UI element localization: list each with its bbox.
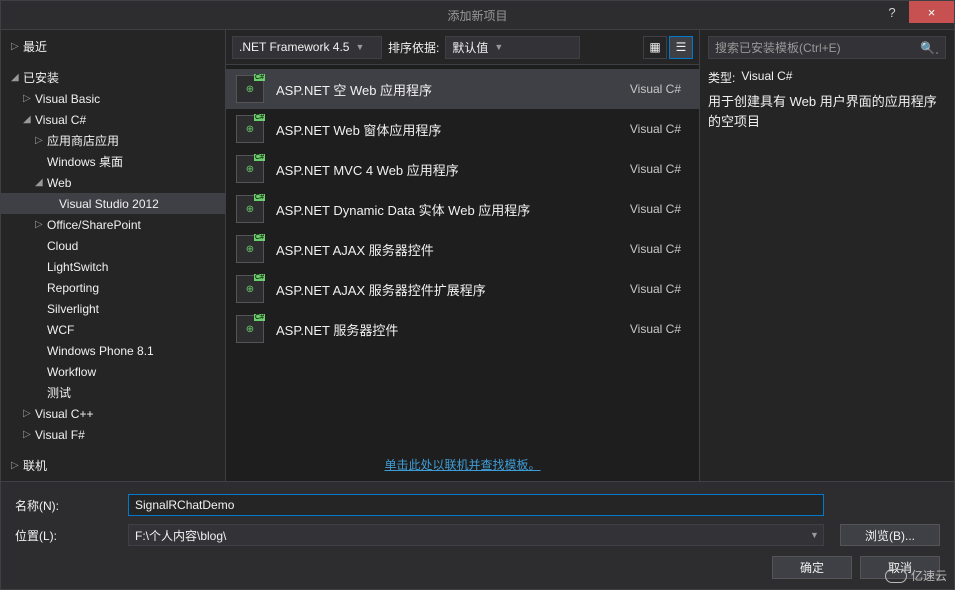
template-row[interactable]: C#⊕ ASP.NET MVC 4 Web 应用程序 Visual C# bbox=[226, 149, 699, 189]
csharp-project-icon: C#⊕ bbox=[236, 75, 264, 103]
description-panel: 搜索已安装模板(Ctrl+E) 🔍˯ 类型: Visual C# 用于创建具有 … bbox=[699, 30, 954, 481]
sidebar-item-label: Visual C# bbox=[35, 113, 86, 127]
template-name: ASP.NET MVC 4 Web 应用程序 bbox=[276, 160, 618, 179]
sidebar-item-label: Office/SharePoint bbox=[47, 218, 141, 232]
type-value: Visual C# bbox=[741, 69, 792, 86]
template-language: Visual C# bbox=[630, 82, 689, 96]
csharp-project-icon: C#⊕ bbox=[236, 275, 264, 303]
name-input[interactable] bbox=[128, 494, 824, 516]
sidebar-item-label: Workflow bbox=[47, 365, 96, 379]
view-list-button[interactable]: ☰ bbox=[669, 36, 693, 59]
sidebar-item-label: 测试 bbox=[47, 384, 71, 401]
chevron-down-icon: ▼ bbox=[494, 42, 503, 52]
sidebar-item[interactable]: ▷应用商店应用 bbox=[1, 130, 225, 151]
bottom-form: 名称(N): 位置(L): ▼ 浏览(B)... 确定 取消 bbox=[0, 481, 955, 590]
sidebar-item[interactable]: ▷Visual Basic bbox=[1, 88, 225, 109]
sidebar-item[interactable]: Windows 桌面 bbox=[1, 151, 225, 172]
template-list: C#⊕ ASP.NET 空 Web 应用程序 Visual C# C#⊕ ASP.NET… bbox=[226, 65, 699, 448]
online-templates-link[interactable]: 单击此处以联机并查找模板。 bbox=[384, 458, 540, 472]
sidebar-installed[interactable]: ◢已安装 bbox=[1, 67, 225, 88]
template-name: ASP.NET 服务器控件 bbox=[276, 320, 618, 339]
template-name: ASP.NET 空 Web 应用程序 bbox=[276, 80, 618, 99]
template-language: Visual C# bbox=[630, 242, 689, 256]
sidebar-item[interactable]: ◢Web bbox=[1, 172, 225, 193]
template-language: Visual C# bbox=[630, 322, 689, 336]
ok-button[interactable]: 确定 bbox=[772, 556, 852, 579]
csharp-project-icon: C#⊕ bbox=[236, 155, 264, 183]
template-language: Visual C# bbox=[630, 202, 689, 216]
sort-dropdown[interactable]: 默认值▼ bbox=[445, 36, 580, 59]
sidebar-item-label: Cloud bbox=[47, 239, 78, 253]
csharp-project-icon: C#⊕ bbox=[236, 235, 264, 263]
template-row[interactable]: C#⊕ ASP.NET Web 窗体应用程序 Visual C# bbox=[226, 109, 699, 149]
template-language: Visual C# bbox=[630, 122, 689, 136]
csharp-project-icon: C#⊕ bbox=[236, 115, 264, 143]
main-area: ▷最近 ◢已安装 ▷Visual Basic◢Visual C#▷应用商店应用 W… bbox=[0, 30, 955, 481]
sidebar-item-label: Windows Phone 8.1 bbox=[47, 344, 154, 358]
center-panel: .NET Framework 4.5▼ 排序依据: 默认值▼ ▦ ☰ C#⊕ AS… bbox=[226, 30, 699, 481]
sidebar-item-label: Web bbox=[47, 176, 71, 190]
location-dropdown-arrow[interactable]: ▼ bbox=[806, 524, 824, 546]
sidebar-item-label: Visual Basic bbox=[35, 92, 100, 106]
location-label: 位置(L): bbox=[15, 527, 120, 544]
sidebar-item[interactable]: ▷Office/SharePoint bbox=[1, 214, 225, 235]
cloud-icon bbox=[885, 569, 907, 583]
sidebar-item[interactable]: ▷Visual C++ bbox=[1, 403, 225, 424]
type-label: 类型: bbox=[708, 69, 735, 86]
help-button[interactable]: ? bbox=[875, 1, 909, 23]
sort-label: 排序依据: bbox=[388, 39, 439, 56]
sidebar-item-label: WCF bbox=[47, 323, 74, 337]
template-description: 用于创建具有 Web 用户界面的应用程序的空项目 bbox=[708, 92, 946, 131]
sidebar-item-label: Visual C++ bbox=[35, 407, 93, 421]
template-row[interactable]: C#⊕ ASP.NET 服务器控件 Visual C# bbox=[226, 309, 699, 349]
template-language: Visual C# bbox=[630, 162, 689, 176]
sidebar-item[interactable]: Cloud bbox=[1, 235, 225, 256]
csharp-project-icon: C#⊕ bbox=[236, 315, 264, 343]
sidebar-item-label: 应用商店应用 bbox=[47, 132, 119, 149]
sidebar-item[interactable]: Workflow bbox=[1, 361, 225, 382]
close-button[interactable]: × bbox=[909, 1, 954, 23]
sidebar-item[interactable]: LightSwitch bbox=[1, 256, 225, 277]
chevron-down-icon: ▼ bbox=[355, 42, 364, 52]
sidebar-item[interactable]: Visual Studio 2012 bbox=[1, 193, 225, 214]
template-name: ASP.NET Web 窗体应用程序 bbox=[276, 120, 618, 139]
sidebar-online[interactable]: ▷联机 bbox=[1, 455, 225, 476]
template-row[interactable]: C#⊕ ASP.NET Dynamic Data 实体 Web 应用程序 Visua… bbox=[226, 189, 699, 229]
template-row[interactable]: C#⊕ ASP.NET AJAX 服务器控件扩展程序 Visual C# bbox=[226, 269, 699, 309]
toolbar: .NET Framework 4.5▼ 排序依据: 默认值▼ ▦ ☰ bbox=[226, 30, 699, 65]
sidebar-item[interactable]: ▷Visual F# bbox=[1, 424, 225, 445]
sidebar-item[interactable]: WCF bbox=[1, 319, 225, 340]
framework-dropdown[interactable]: .NET Framework 4.5▼ bbox=[232, 36, 382, 59]
sidebar-item-label: Windows 桌面 bbox=[47, 153, 123, 170]
category-sidebar: ▷最近 ◢已安装 ▷Visual Basic◢Visual C#▷应用商店应用 W… bbox=[1, 30, 226, 481]
sidebar-item[interactable]: Reporting bbox=[1, 277, 225, 298]
name-label: 名称(N): bbox=[15, 497, 120, 514]
template-name: ASP.NET AJAX 服务器控件扩展程序 bbox=[276, 280, 618, 299]
template-row[interactable]: C#⊕ ASP.NET AJAX 服务器控件 Visual C# bbox=[226, 229, 699, 269]
location-input[interactable] bbox=[128, 524, 806, 546]
template-language: Visual C# bbox=[630, 282, 689, 296]
template-name: ASP.NET AJAX 服务器控件 bbox=[276, 240, 618, 259]
window-title: 添加新项目 bbox=[447, 7, 507, 24]
browse-button[interactable]: 浏览(B)... bbox=[840, 524, 940, 546]
sidebar-item-label: LightSwitch bbox=[47, 260, 108, 274]
sidebar-item-label: Visual Studio 2012 bbox=[59, 197, 159, 211]
sidebar-item[interactable]: Windows Phone 8.1 bbox=[1, 340, 225, 361]
watermark: 亿速云 bbox=[885, 567, 947, 584]
titlebar: 添加新项目 ? × bbox=[0, 0, 955, 30]
sidebar-item-label: Visual F# bbox=[35, 428, 85, 442]
template-name: ASP.NET Dynamic Data 实体 Web 应用程序 bbox=[276, 200, 618, 219]
template-row[interactable]: C#⊕ ASP.NET 空 Web 应用程序 Visual C# bbox=[226, 69, 699, 109]
search-input[interactable]: 搜索已安装模板(Ctrl+E) 🔍˯ bbox=[708, 36, 946, 59]
sidebar-recent[interactable]: ▷最近 bbox=[1, 36, 225, 57]
sidebar-item-label: Silverlight bbox=[47, 302, 99, 316]
view-medium-icons-button[interactable]: ▦ bbox=[643, 36, 667, 59]
sidebar-item[interactable]: Silverlight bbox=[1, 298, 225, 319]
csharp-project-icon: C#⊕ bbox=[236, 195, 264, 223]
sidebar-item[interactable]: ◢Visual C# bbox=[1, 109, 225, 130]
sidebar-item[interactable]: 测试 bbox=[1, 382, 225, 403]
search-icon: 🔍˯ bbox=[920, 41, 939, 55]
sidebar-item-label: Reporting bbox=[47, 281, 99, 295]
online-templates-link-row: 单击此处以联机并查找模板。 bbox=[226, 448, 699, 481]
